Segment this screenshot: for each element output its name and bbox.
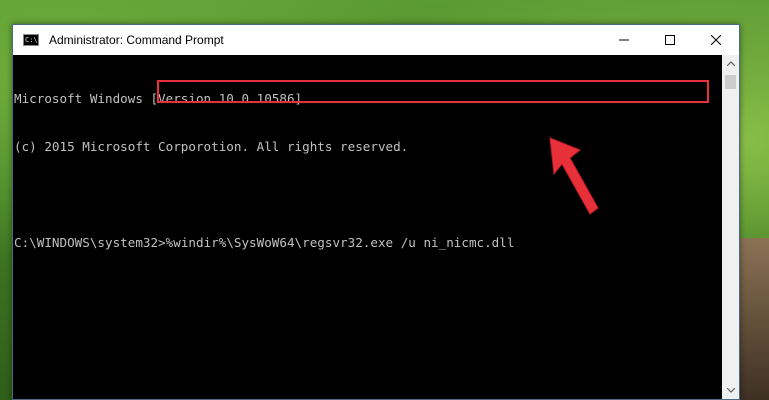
prompt-line[interactable]: C:\WINDOWS\system32>%windir%\SysWoW64\re… [14, 235, 722, 251]
maximize-button[interactable] [647, 25, 693, 55]
command-text[interactable]: %windir%\SysWoW64\regsvr32.exe /u ni_nic… [166, 235, 515, 250]
minimize-icon [619, 39, 629, 41]
maximize-icon [665, 35, 675, 45]
close-icon [711, 35, 721, 45]
copyright-line: (c) 2015 Microsoft Corporotion. All righ… [14, 139, 409, 154]
chevron-down-icon [726, 388, 735, 393]
scroll-down-button[interactable] [722, 382, 739, 399]
red-arrow-icon [549, 137, 599, 215]
chevron-up-icon [726, 61, 735, 66]
background-house [735, 238, 769, 400]
scroll-up-button[interactable] [722, 55, 739, 72]
cmd-icon: C:\ [23, 34, 39, 46]
vertical-scrollbar[interactable] [722, 55, 739, 399]
title-bar[interactable]: C:\ Administrator: Command Prompt [13, 25, 739, 55]
command-prompt-window[interactable]: C:\ Administrator: Command Prompt Micros… [12, 24, 740, 400]
close-button[interactable] [693, 25, 739, 55]
minimize-button[interactable] [601, 25, 647, 55]
version-line: Microsoft Windows [Version 10.0.10586] [14, 91, 303, 106]
prompt-path: C:\WINDOWS\system32> [14, 235, 166, 250]
window-controls [601, 25, 739, 55]
scroll-thumb[interactable] [725, 75, 736, 89]
console-output[interactable]: Microsoft Windows [Version 10.0.10586] (… [13, 55, 722, 399]
window-title: Administrator: Command Prompt [49, 33, 224, 47]
